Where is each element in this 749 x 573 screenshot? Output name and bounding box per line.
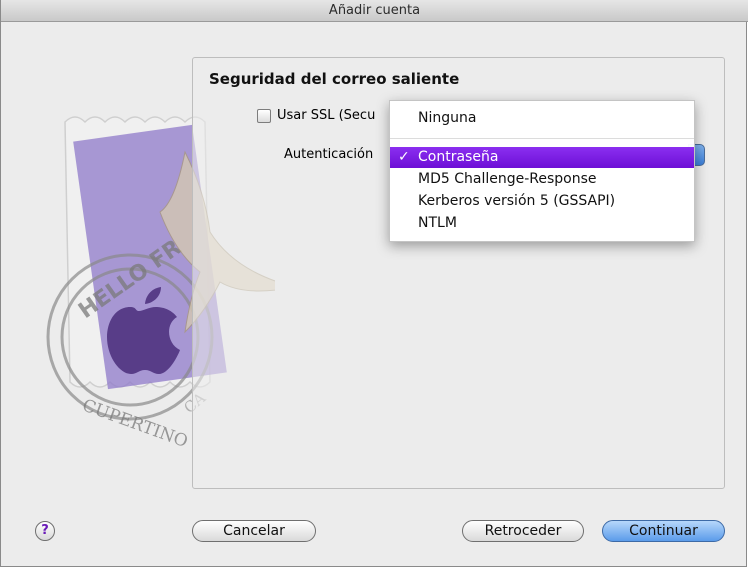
authentication-label: Autenticación xyxy=(284,147,374,162)
authentication-menu[interactable]: Ninguna ✓ Contraseña MD5 Challenge-Respo… xyxy=(389,100,695,242)
menu-item-kerberos[interactable]: Kerberos versión 5 (GSSAPI) xyxy=(390,191,694,212)
window-title: Añadir cuenta xyxy=(1,0,748,22)
back-button[interactable]: Retroceder xyxy=(462,520,584,542)
section-title: Seguridad del correo saliente xyxy=(209,70,460,88)
menu-separator xyxy=(390,138,694,139)
ssl-option-row[interactable]: Usar SSL (Secu xyxy=(257,108,375,123)
help-button[interactable]: ? xyxy=(35,521,55,541)
menu-item-contrasena[interactable]: ✓ Contraseña xyxy=(390,147,694,168)
checkmark-icon: ✓ xyxy=(398,149,410,165)
continue-button[interactable]: Continuar xyxy=(602,520,725,542)
menu-item-ntlm[interactable]: NTLM xyxy=(390,213,694,234)
menu-item-label: Contraseña xyxy=(418,149,499,165)
menu-item-ninguna[interactable]: Ninguna xyxy=(390,108,694,129)
ssl-label: Usar SSL (Secu xyxy=(277,108,376,123)
menu-item-md5[interactable]: MD5 Challenge-Response xyxy=(390,169,694,190)
ssl-checkbox[interactable] xyxy=(257,108,271,123)
cancel-button[interactable]: Cancelar xyxy=(192,520,316,542)
